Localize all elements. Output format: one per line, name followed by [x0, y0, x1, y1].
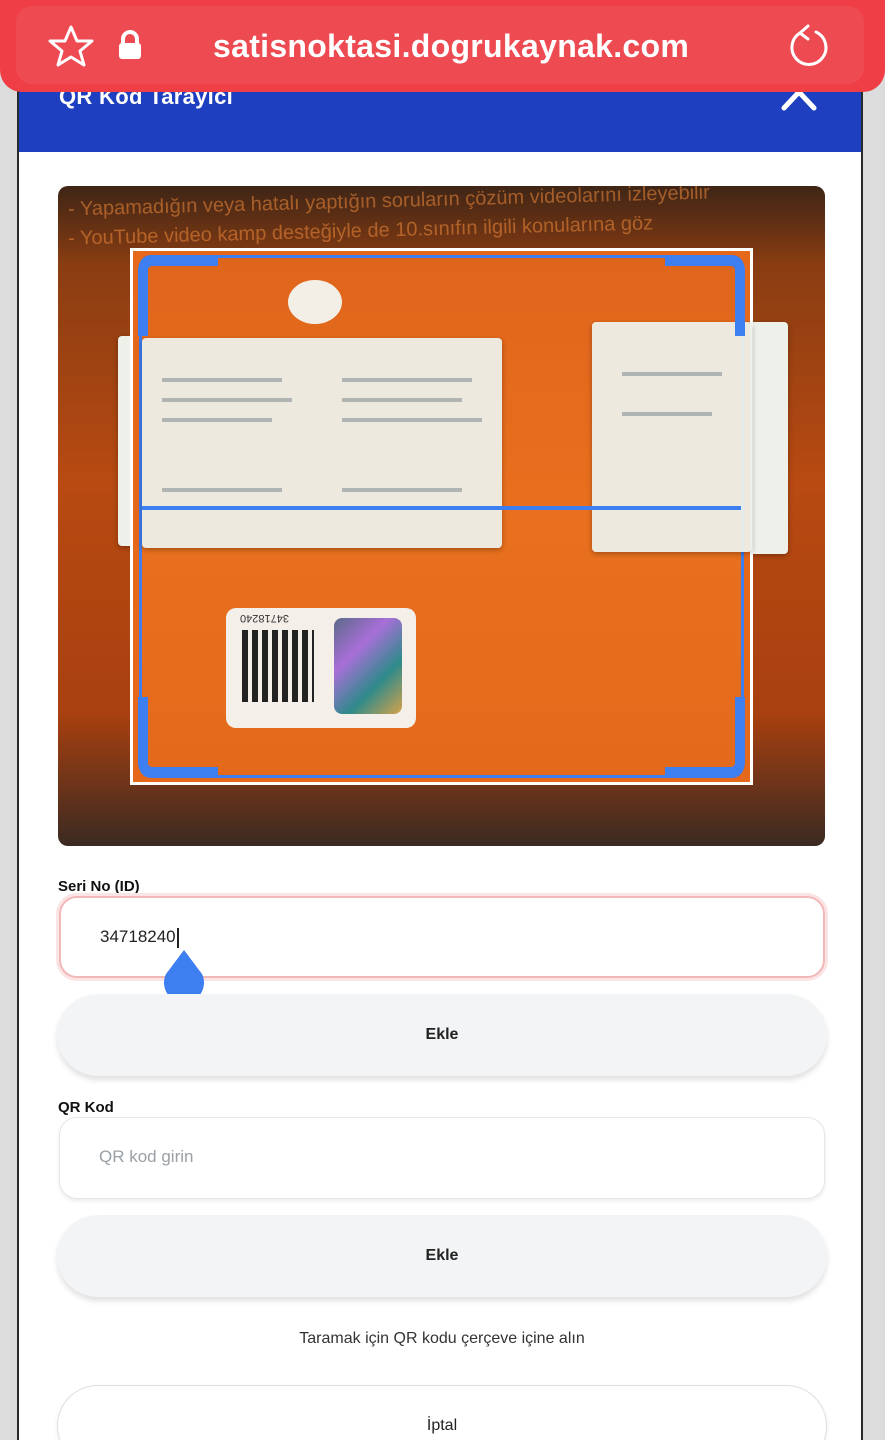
frame-corner: [138, 697, 218, 777]
lock-icon: [119, 30, 141, 59]
scan-frame: 34718240: [130, 248, 753, 785]
url-text: satisnoktasi.dogrukaynak.com: [213, 28, 690, 64]
qr-sticker: 34718240: [226, 608, 416, 728]
logo-badge: [288, 280, 342, 324]
qr-input[interactable]: QR kod girin: [59, 1117, 825, 1199]
reload-icon[interactable]: [786, 24, 832, 68]
serial-add-button[interactable]: Ekle: [57, 994, 827, 1076]
hologram-image: [334, 618, 402, 714]
frame-corner: [665, 256, 745, 336]
scan-hint: Taramak için QR kodu çerçeve içine alın: [299, 1330, 585, 1347]
qr-add-button[interactable]: Ekle: [57, 1215, 827, 1297]
scan-area: 34718240: [138, 255, 752, 778]
book-image: [592, 322, 752, 552]
scanner-page: QR Kod Tarayıcı - Yapamadığın veya hatal…: [17, 0, 863, 1440]
text-cursor-handle-icon[interactable]: [160, 948, 208, 998]
serial-value: 34718240: [100, 927, 176, 946]
star-icon[interactable]: [48, 24, 94, 68]
qr-code-image: [242, 630, 314, 702]
frame-corner: [138, 256, 218, 336]
qr-placeholder: QR kod girin: [99, 1147, 194, 1166]
serial-label: Seri No (ID): [58, 878, 140, 895]
qr-label: QR Kod: [58, 1099, 114, 1116]
book-image: [142, 338, 502, 548]
cancel-button[interactable]: İptal: [57, 1385, 827, 1440]
url-field[interactable]: satisnoktasi.dogrukaynak.com: [16, 6, 864, 84]
browser-url-bar: satisnoktasi.dogrukaynak.com: [0, 0, 885, 92]
text-caret: [176, 927, 179, 948]
frame-corner: [665, 697, 745, 777]
sticker-number: 34718240: [240, 612, 289, 624]
scan-line: [142, 506, 741, 510]
camera-preview: - Yapamadığın veya hatalı yaptığın sorul…: [58, 186, 825, 846]
